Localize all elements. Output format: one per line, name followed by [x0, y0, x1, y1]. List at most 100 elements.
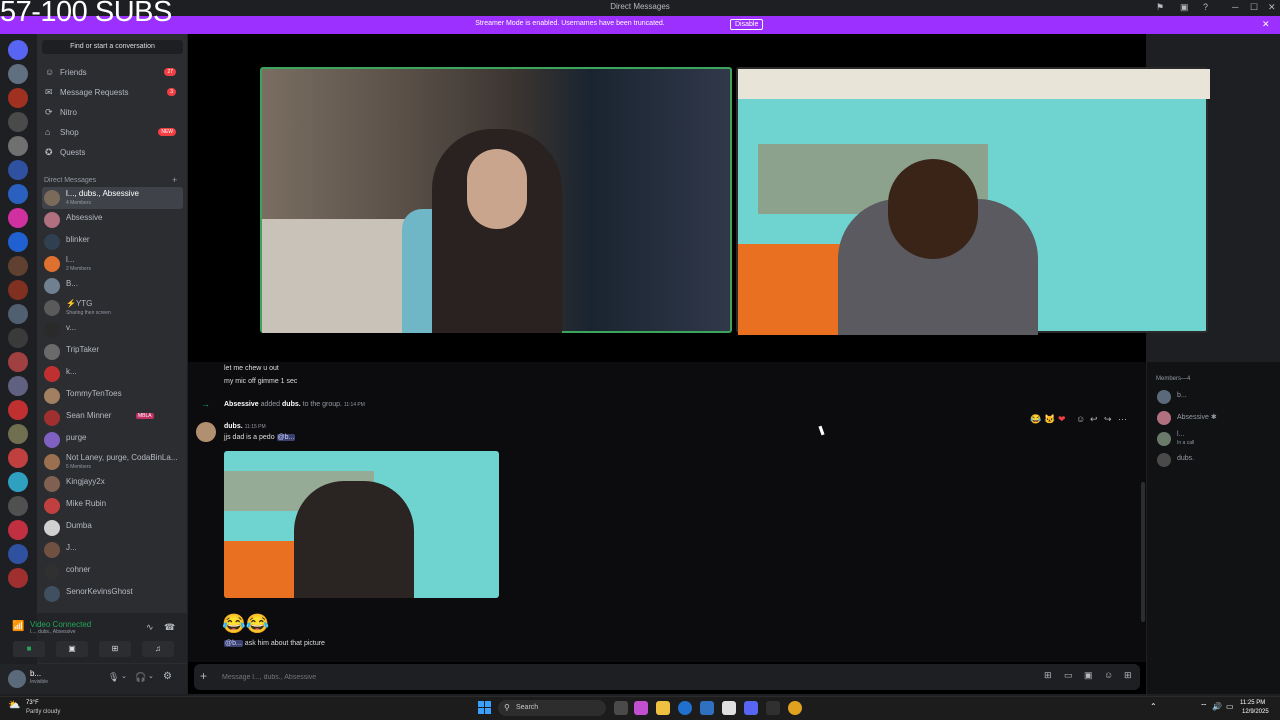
attach-plus-icon[interactable]: + [200, 669, 207, 683]
create-dm-icon[interactable]: + [172, 175, 177, 185]
dm-item[interactable]: Sean Minner MBLA [42, 407, 183, 429]
server-icon[interactable] [8, 88, 28, 108]
dm-item[interactable]: cohner [42, 561, 183, 583]
discord-icon[interactable] [744, 701, 758, 715]
server-icon[interactable] [8, 208, 28, 228]
server-icon[interactable] [8, 424, 28, 444]
gift-icon[interactable]: ⊞ [1044, 670, 1052, 681]
file-explorer-icon[interactable] [656, 701, 670, 715]
close-button[interactable]: ✕ [1268, 2, 1276, 13]
server-icon[interactable] [8, 40, 28, 60]
user-mention[interactable]: @b... [276, 434, 296, 441]
dm-item[interactable]: J... [42, 539, 183, 561]
app-icon[interactable] [722, 701, 736, 715]
server-icon[interactable] [8, 520, 28, 540]
store-icon[interactable] [700, 701, 714, 715]
member-item[interactable]: l... In a call [1155, 431, 1275, 447]
dm-item[interactable]: SenorKevinsGhost [42, 583, 183, 605]
soundboard-button[interactable]: ♫ [142, 641, 174, 657]
dm-item[interactable]: k... [42, 363, 183, 385]
server-icon[interactable] [8, 400, 28, 420]
headphones-icon[interactable]: 🎧 [135, 672, 146, 683]
server-icon[interactable] [8, 376, 28, 396]
system-target[interactable]: dubs. [282, 401, 301, 408]
nav-quests[interactable]: ✪ Quests [42, 145, 182, 161]
voice-channel[interactable]: l..., dubs., Absessive [30, 629, 76, 635]
minimize-button[interactable]: ─ [1232, 2, 1238, 12]
nav-shop[interactable]: ⌂ Shop NEW [42, 125, 182, 141]
dm-item[interactable]: l..., dubs., Absessive 4 Members [42, 187, 183, 209]
dm-item[interactable]: l... 2 Members [42, 253, 183, 275]
member-item[interactable]: dubs. [1155, 452, 1275, 468]
message-image-attachment[interactable] [224, 451, 499, 598]
forward-icon[interactable]: ↪ [1104, 414, 1112, 425]
dm-item[interactable]: Kingjayy2x [42, 473, 183, 495]
dm-item[interactable]: Not Laney, purge, CodaBinLa... 5 Members [42, 451, 183, 473]
server-icon[interactable] [8, 352, 28, 372]
dm-item[interactable]: Absessive [42, 209, 183, 231]
disconnect-icon[interactable]: ☎ [164, 622, 175, 633]
server-icon[interactable] [8, 64, 28, 84]
sticker-icon[interactable]: ▣ [1084, 670, 1093, 681]
server-icon[interactable] [8, 136, 28, 156]
screen-icon[interactable]: ▣ [1180, 2, 1189, 13]
share-screen-button[interactable]: ▣ [56, 641, 88, 657]
server-icon[interactable] [8, 280, 28, 300]
noise-suppression-icon[interactable]: ∿ [146, 622, 154, 633]
dm-item[interactable]: Dumba [42, 517, 183, 539]
server-icon[interactable] [8, 472, 28, 492]
dm-item[interactable]: Mike Rubin [42, 495, 183, 517]
taskbar-search[interactable]: ⚲ Search [498, 700, 606, 716]
chevron-down-icon[interactable]: ⌄ [121, 672, 127, 680]
user-mention[interactable]: @b... [224, 640, 243, 647]
message-input[interactable] [222, 670, 1002, 684]
avatar[interactable] [196, 422, 216, 442]
server-icon[interactable] [8, 304, 28, 324]
server-icon[interactable] [8, 328, 28, 348]
task-view-icon[interactable] [614, 701, 628, 715]
settings-icon[interactable]: ⚙ [163, 671, 172, 682]
apps-icon[interactable]: ⊞ [1124, 670, 1132, 681]
system-actor[interactable]: Absessive [224, 401, 259, 408]
dm-item[interactable]: v... [42, 319, 183, 341]
server-icon[interactable] [8, 568, 28, 588]
camera-button[interactable]: ■ [13, 641, 45, 657]
gif-icon[interactable]: ▭ [1064, 670, 1073, 681]
weather-icon[interactable]: ⛅ [8, 700, 20, 711]
avatar[interactable] [8, 670, 26, 688]
server-icon[interactable] [8, 544, 28, 564]
weather-temp[interactable]: 73°F [26, 700, 39, 706]
activities-button[interactable]: ⊞ [99, 641, 131, 657]
maximize-button[interactable]: ☐ [1250, 2, 1258, 13]
reply-icon[interactable]: ↩ [1090, 414, 1098, 425]
clock-date[interactable]: 12/9/2025 [1242, 709, 1269, 715]
help-icon[interactable]: ? [1203, 2, 1208, 12]
server-icon[interactable] [8, 256, 28, 276]
chrome-icon[interactable] [788, 701, 802, 715]
nav-nitro[interactable]: ⟳ Nitro [42, 105, 182, 121]
dm-item[interactable]: TripTaker [42, 341, 183, 363]
emoji-icon[interactable]: ☺ [1104, 670, 1113, 680]
dm-item[interactable]: B... [42, 275, 183, 297]
dm-item[interactable]: blinker [42, 231, 183, 253]
server-icon[interactable] [8, 496, 28, 516]
inbox-icon[interactable]: ⚑ [1156, 2, 1164, 13]
laughing-emoji-icon[interactable]: 😂 [1030, 414, 1041, 425]
video-tile-participant-2[interactable] [736, 67, 1210, 335]
member-item[interactable]: b... [1155, 389, 1275, 405]
chevron-down-icon[interactable]: ⌄ [148, 672, 154, 680]
message-author[interactable]: dubs. [224, 423, 243, 430]
wifi-icon[interactable]: ⌔ [1200, 702, 1208, 712]
server-icon[interactable] [8, 112, 28, 132]
nav-friends[interactable]: ☺ Friends 27 [42, 65, 182, 81]
disable-streamer-mode-button[interactable]: Disable [730, 19, 764, 30]
server-icon[interactable] [8, 160, 28, 180]
server-icon[interactable] [8, 448, 28, 468]
video-tile-participant-1[interactable] [260, 67, 732, 333]
chat-scrollbar[interactable] [1141, 482, 1145, 622]
dm-item[interactable]: TommyTenToes [42, 385, 183, 407]
tray-chevron-icon[interactable]: ⌃ [1150, 702, 1157, 711]
copilot-icon[interactable] [634, 701, 648, 715]
server-icon[interactable] [8, 184, 28, 204]
banner-close-icon[interactable]: ✕ [1262, 19, 1270, 30]
